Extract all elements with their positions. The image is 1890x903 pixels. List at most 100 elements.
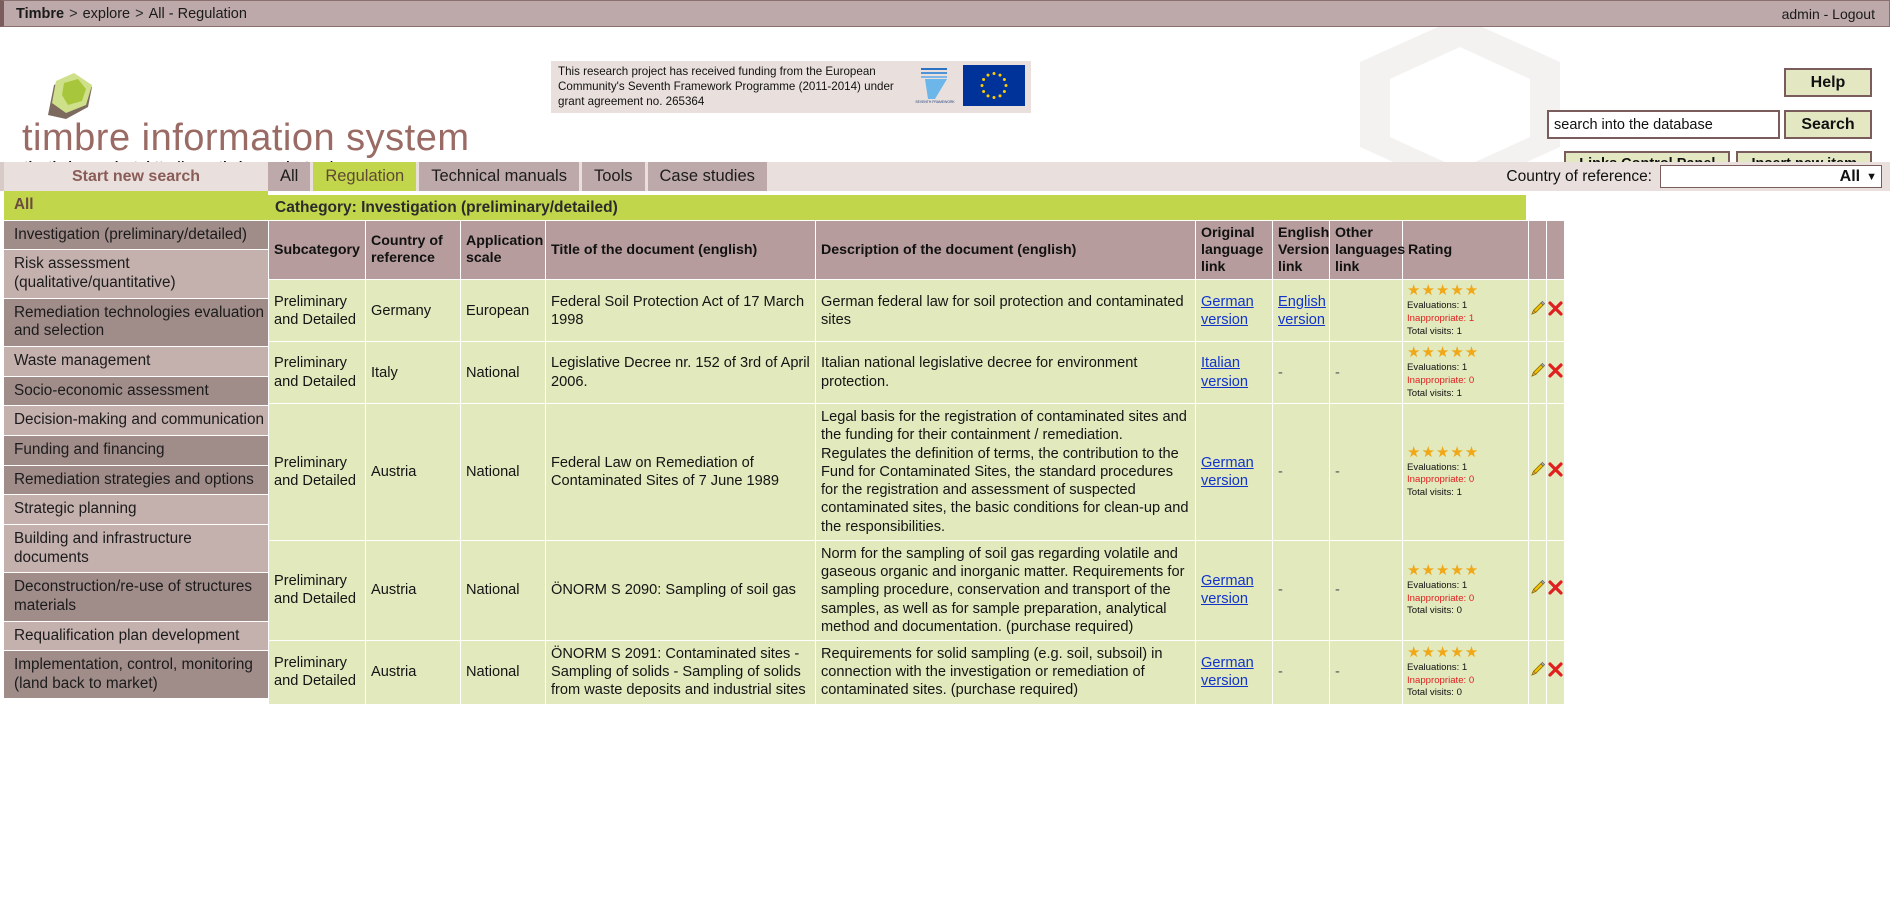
sidebar-item-10[interactable]: Building and infrastructure documents (0, 524, 268, 573)
cell-original-language-link[interactable]: Italian version (1201, 355, 1248, 389)
cell-application-scale: National (460, 539, 546, 642)
sidebar-item-2[interactable]: Risk assessment (qualitative/quantitativ… (0, 250, 268, 298)
cell-other-languages-empty: - (1335, 463, 1340, 480)
cell-other-languages-empty: - (1335, 364, 1340, 381)
table-row: Preliminary and Detailed Italy National Leg… (268, 341, 1565, 405)
sidebar-item-6[interactable]: Decision-making and communication (0, 406, 268, 435)
start-new-search-header[interactable]: Start new search (0, 162, 268, 191)
cell-english-version: - (1272, 640, 1330, 705)
cell-edit-action[interactable] (1528, 539, 1547, 642)
cell-delete-action[interactable] (1546, 539, 1565, 642)
cell-other-languages-empty: - (1335, 582, 1340, 599)
cell-edit-action[interactable] (1528, 341, 1547, 405)
cell-original-language[interactable]: German version (1195, 279, 1273, 343)
cell-country: Austria (365, 539, 461, 642)
cell-original-language-link[interactable]: German version (1201, 455, 1254, 489)
table-row: Preliminary and Detailed Austria National F… (268, 403, 1565, 541)
cell-original-language[interactable]: German version (1195, 640, 1273, 705)
cell-delete-action[interactable] (1546, 403, 1565, 541)
rating-stars[interactable]: ★★★★★ (1407, 563, 1524, 578)
red-x-delete-icon[interactable] (1547, 661, 1564, 683)
column-header-3: Title of the document (english) (545, 219, 816, 281)
column-header-1: Country of reference (365, 219, 461, 281)
cell-original-language[interactable]: German version (1195, 539, 1273, 642)
cell-delete-action[interactable] (1546, 640, 1565, 705)
red-x-delete-icon[interactable] (1547, 579, 1564, 601)
pencil-edit-icon[interactable] (1529, 661, 1546, 683)
sidebar-item-12[interactable]: Requalification plan development (0, 621, 268, 651)
tab-technical-manuals[interactable]: Technical manuals (419, 162, 579, 191)
links-control-panel-button[interactable]: Links Control Panel (1564, 151, 1731, 162)
table-row: Preliminary and Detailed Germany European F… (268, 279, 1565, 343)
column-header-actions-1 (1546, 219, 1565, 281)
sidebar-item-8[interactable]: Remediation strategies and options (0, 465, 268, 495)
cell-english-version[interactable]: English version (1272, 279, 1330, 343)
rating-total-visits: Total visits: 1 (1407, 387, 1462, 399)
cell-english-version-link[interactable]: English version (1278, 294, 1326, 328)
breadcrumb-separator-1: > (69, 5, 78, 22)
cell-original-language-link[interactable]: German version (1201, 573, 1254, 607)
funding-notice: This research project has received fundi… (551, 61, 1031, 114)
column-header-8: Rating (1402, 219, 1529, 281)
cell-delete-action[interactable] (1546, 279, 1565, 343)
cell-rating[interactable]: ★★★★★ Evaluations: 1 Inappropriate: 0 Total… (1402, 640, 1529, 705)
sidebar-item-7[interactable]: Funding and financing (0, 435, 268, 465)
rating-stars[interactable]: ★★★★★ (1407, 645, 1524, 660)
rating-stars[interactable]: ★★★★★ (1407, 445, 1524, 460)
cell-delete-action[interactable] (1546, 341, 1565, 405)
breadcrumb: Timbre > explore > All - Regulation (16, 6, 247, 22)
sidebar-item-0[interactable]: All (0, 191, 268, 220)
red-x-delete-icon[interactable] (1547, 461, 1564, 483)
cell-original-language[interactable]: German version (1195, 403, 1273, 541)
cell-application-scale: National (460, 403, 546, 541)
cell-english-version-empty: - (1278, 664, 1283, 681)
search-button[interactable]: Search (1784, 110, 1872, 139)
cell-edit-action[interactable] (1528, 279, 1547, 343)
help-button[interactable]: Help (1784, 68, 1872, 97)
breadcrumb-bar: Timbre > explore > All - Regulation admi… (0, 0, 1890, 27)
sidebar-item-11[interactable]: Deconstruction/re-use of structures mate… (0, 573, 268, 621)
rating-stats: Evaluations: 1 Inappropriate: 1 Total visi… (1407, 300, 1524, 338)
country-select[interactable]: All ▼ (1660, 165, 1882, 188)
rating-evaluations: Evaluations: 1 (1407, 362, 1468, 374)
breadcrumb-item-explore[interactable]: explore (83, 6, 131, 22)
cell-rating[interactable]: ★★★★★ Evaluations: 1 Inappropriate: 0 Total… (1402, 341, 1529, 405)
sidebar-item-1[interactable]: Investigation (preliminary/detailed) (0, 220, 268, 250)
tab-all[interactable]: All (268, 162, 311, 191)
cell-original-language-link[interactable]: German version (1201, 655, 1254, 689)
sidebar-list: All Investigation (preliminary/detailed) R… (0, 191, 268, 699)
pencil-edit-icon[interactable] (1529, 362, 1546, 384)
cell-original-language[interactable]: Italian version (1195, 341, 1273, 405)
cell-original-language-link[interactable]: German version (1201, 294, 1254, 328)
insert-new-item-button[interactable]: Insert new item (1736, 151, 1872, 162)
rating-stars[interactable]: ★★★★★ (1407, 345, 1524, 360)
pencil-edit-icon[interactable] (1529, 461, 1546, 483)
fp7-logo-icon: SEVENTH FRAMEWORK (915, 68, 955, 104)
sidebar-item-5[interactable]: Socio-economic assessment (0, 376, 268, 406)
tab-case-studies[interactable]: Case studies (647, 162, 767, 191)
tab-regulation[interactable]: Regulation (313, 162, 417, 191)
sidebar-item-4[interactable]: Waste management (0, 346, 268, 376)
sidebar-item-3[interactable]: Remediation technologies evaluation and … (0, 298, 268, 346)
tab-tools[interactable]: Tools (581, 162, 645, 191)
search-input[interactable] (1547, 110, 1780, 139)
pencil-edit-icon[interactable] (1529, 300, 1546, 322)
account-logout-link[interactable]: admin - Logout (1782, 6, 1875, 22)
sidebar-item-13[interactable]: Implementation, control, monitoring (lan… (0, 651, 268, 699)
funding-notice-text: This research project has received fundi… (558, 65, 894, 108)
cell-rating[interactable]: ★★★★★ Evaluations: 1 Inappropriate: 1 Total… (1402, 279, 1529, 343)
cell-description: Requirements for solid sampling (e.g. so… (815, 640, 1196, 705)
cell-english-version-empty: - (1278, 463, 1283, 480)
cell-edit-action[interactable] (1528, 640, 1547, 705)
pencil-edit-icon[interactable] (1529, 579, 1546, 601)
cell-edit-action[interactable] (1528, 403, 1547, 541)
rating-stars[interactable]: ★★★★★ (1407, 283, 1524, 298)
red-x-delete-icon[interactable] (1547, 362, 1564, 384)
sidebar-item-label: Funding and financing (14, 440, 165, 458)
cell-rating[interactable]: ★★★★★ Evaluations: 1 Inappropriate: 0 Total… (1402, 539, 1529, 642)
cell-rating[interactable]: ★★★★★ Evaluations: 1 Inappropriate: 0 Total… (1402, 403, 1529, 541)
red-x-delete-icon[interactable] (1547, 300, 1564, 322)
cell-country: Austria (365, 640, 461, 705)
breadcrumb-root[interactable]: Timbre (16, 6, 64, 22)
sidebar-item-9[interactable]: Strategic planning (0, 495, 268, 524)
